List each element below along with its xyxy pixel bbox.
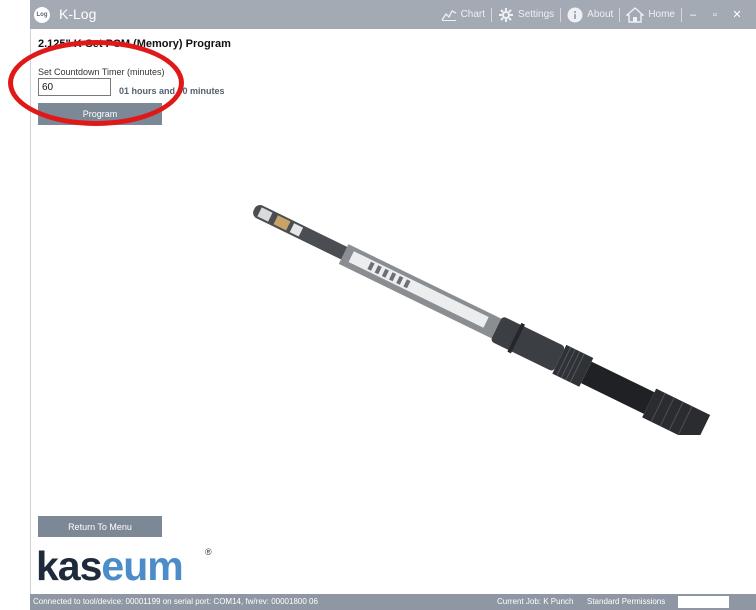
- home-icon: [626, 6, 645, 23]
- settings-label: Settings: [518, 9, 555, 20]
- connection-status: Connected to tool/device: 00001199 on se…: [33, 597, 318, 606]
- status-field: [678, 596, 729, 608]
- home-nav-button[interactable]: Home: [620, 0, 681, 29]
- settings-nav-button[interactable]: Settings: [492, 0, 560, 29]
- chart-icon: [441, 9, 456, 21]
- logo-part-1: kas: [36, 543, 102, 589]
- program-button[interactable]: Program: [38, 103, 162, 125]
- return-to-menu-button[interactable]: Return To Menu: [38, 516, 162, 537]
- chart-label: Chart: [460, 9, 486, 20]
- chart-nav-button[interactable]: Chart: [435, 0, 491, 29]
- tool-image: [253, 205, 711, 435]
- minimize-button[interactable]: –: [682, 0, 704, 29]
- left-border: [30, 29, 31, 594]
- about-icon: [567, 7, 583, 22]
- timer-label: Set Countdown Timer (minutes): [38, 67, 165, 77]
- page-title: 2.125" K-Set PCM (Memory) Program: [38, 38, 231, 50]
- app-title: K-Log: [59, 6, 97, 22]
- about-label: About: [587, 9, 614, 20]
- registered-mark: ®: [205, 547, 212, 557]
- current-job: Current Job: K Punch: [497, 597, 574, 606]
- settings-icon: [499, 7, 514, 22]
- logo-part-2: eum: [101, 543, 183, 589]
- status-bar: Connected to tool/device: 00001199 on se…: [30, 594, 756, 610]
- permissions-label: Standard Permissions: [587, 597, 666, 606]
- title-bar: Log K-Log Chart Settings About Home – ▫ …: [30, 0, 756, 29]
- home-label: Home: [648, 9, 675, 20]
- about-nav-button[interactable]: About: [561, 0, 619, 29]
- duration-readout: 01 hours and 00 minutes: [119, 86, 225, 96]
- top-nav: Chart Settings About Home – ▫ ✕: [435, 0, 748, 29]
- close-button[interactable]: ✕: [726, 0, 748, 29]
- kaseum-logo: kaseum: [36, 543, 184, 589]
- maximize-button[interactable]: ▫: [704, 0, 726, 29]
- countdown-timer-input[interactable]: [38, 78, 111, 96]
- app-logo-icon: Log: [34, 7, 50, 23]
